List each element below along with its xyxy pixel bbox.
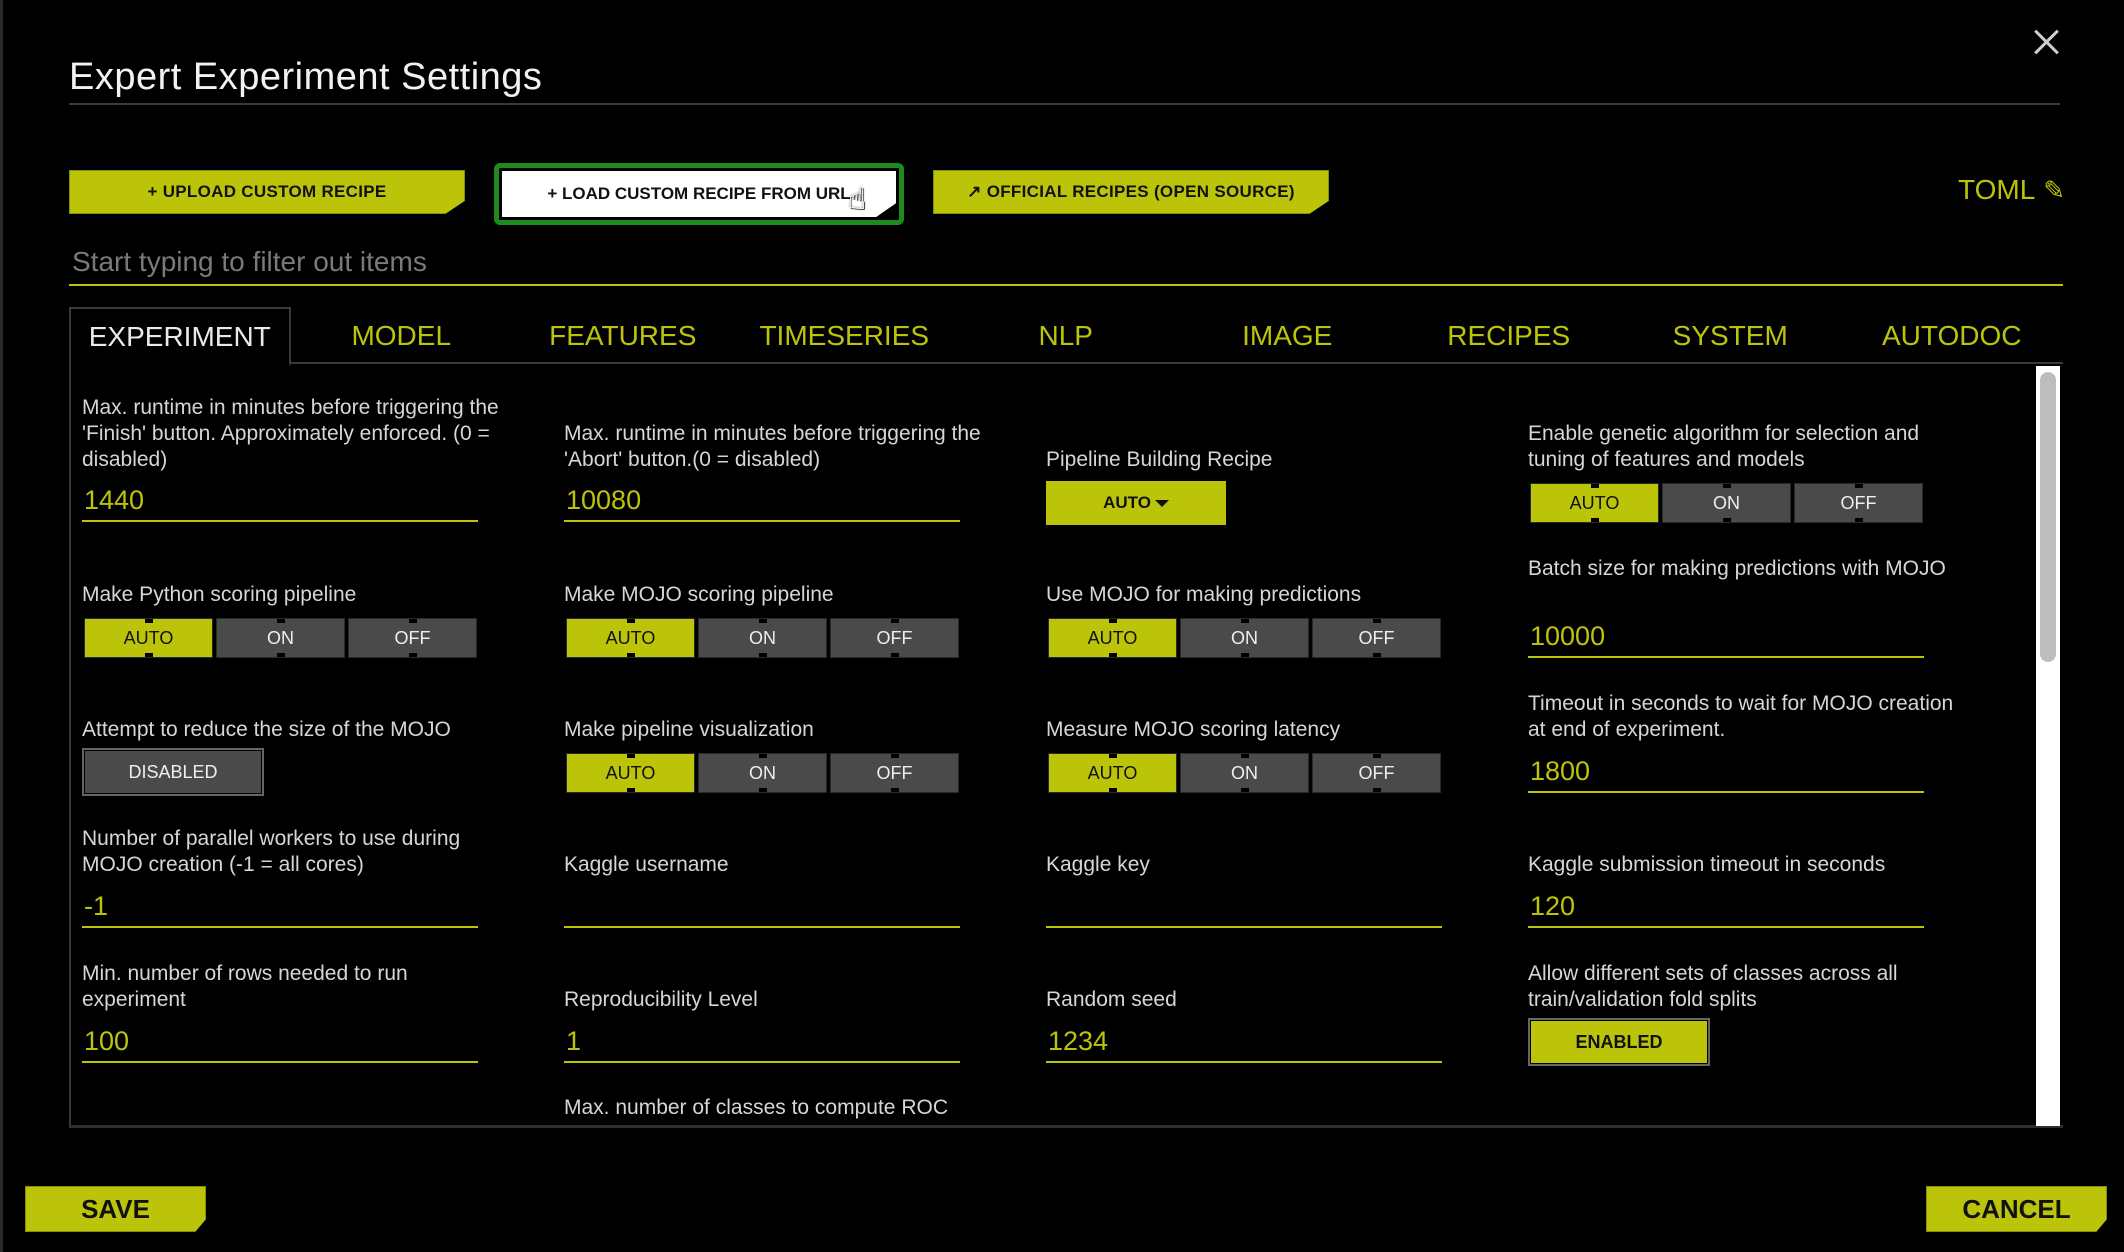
mojo-workers-label: Number of parallel workers to use during…	[82, 827, 461, 876]
kaggle-key-input[interactable]	[1046, 886, 1442, 928]
genetic-algorithm-segment: AUTO ON OFF	[1530, 483, 1923, 523]
mojo-workers-input[interactable]: -1	[82, 886, 478, 928]
mojo-predictions-off[interactable]: OFF	[1312, 618, 1441, 658]
pencil-icon: ✎	[2043, 174, 2066, 205]
mojo-scoring-label: Make MOJO scoring pipeline	[564, 583, 834, 606]
mojo-scoring-segment: AUTO ON OFF	[566, 618, 959, 658]
official-recipes-button[interactable]: ↗ OFFICIAL RECIPES (OPEN SOURCE)	[933, 170, 1329, 214]
close-icon[interactable]	[2028, 24, 2064, 60]
max-runtime-abort-input[interactable]: 10080	[564, 480, 960, 522]
reproducibility-label: Reproducibility Level	[564, 988, 758, 1011]
tab-timeseries[interactable]: TIMESERIES	[734, 307, 956, 364]
upload-custom-recipe-button[interactable]: + UPLOAD CUSTOM RECIPE	[69, 170, 465, 214]
caret-down-icon	[1154, 499, 1169, 507]
mojo-scoring-auto[interactable]: AUTO	[566, 618, 695, 658]
allow-diff-classes-toggle[interactable]: ENABLED	[1528, 1018, 1710, 1066]
dialog-title: Expert Experiment Settings	[69, 56, 543, 98]
toml-label: TOML	[1958, 174, 2036, 205]
pipeline-recipe-dropdown[interactable]: AUTO	[1046, 481, 1226, 525]
mojo-timeout-label: Timeout in seconds to wait for MOJO crea…	[1528, 692, 1954, 741]
tab-nlp[interactable]: NLP	[955, 307, 1177, 364]
pipeline-recipe-value: AUTO	[1103, 493, 1151, 512]
save-button[interactable]: SAVE	[25, 1186, 206, 1232]
mojo-predictions-on[interactable]: ON	[1180, 618, 1309, 658]
pipeline-viz-label: Make pipeline visualization	[564, 718, 814, 741]
cancel-button[interactable]: CANCEL	[1926, 1186, 2107, 1232]
kaggle-username-label: Kaggle username	[564, 853, 729, 876]
pipeline-recipe-label: Pipeline Building Recipe	[1046, 448, 1273, 471]
genetic-algorithm-auto[interactable]: AUTO	[1530, 483, 1659, 523]
mojo-batch-size-input[interactable]: 10000	[1528, 616, 1924, 658]
genetic-algorithm-label: Enable genetic algorithm for selection a…	[1528, 422, 1920, 471]
min-rows-input[interactable]: 100	[82, 1021, 478, 1063]
tab-experiment[interactable]: EXPERIMENT	[69, 307, 291, 366]
load-recipe-url-focus-ring: + LOAD CUSTOM RECIPE FROM URL	[494, 163, 904, 225]
python-scoring-off[interactable]: OFF	[348, 618, 477, 658]
mojo-latency-on[interactable]: ON	[1180, 753, 1309, 793]
kaggle-key-label: Kaggle key	[1046, 853, 1150, 876]
min-rows-label: Min. number of rows needed to run experi…	[82, 962, 408, 1011]
mojo-timeout-input[interactable]: 1800	[1528, 751, 1924, 793]
pipeline-viz-off[interactable]: OFF	[830, 753, 959, 793]
tab-recipes[interactable]: RECIPES	[1398, 307, 1620, 364]
python-scoring-label: Make Python scoring pipeline	[82, 583, 357, 606]
settings-tabs: EXPERIMENT MODEL FEATURES TIMESERIES NLP…	[69, 307, 2063, 366]
scrollbar-thumb[interactable]	[2040, 372, 2056, 662]
mojo-latency-label: Measure MOJO scoring latency	[1046, 718, 1341, 741]
mojo-latency-auto[interactable]: AUTO	[1048, 753, 1177, 793]
load-custom-recipe-url-button[interactable]: + LOAD CUSTOM RECIPE FROM URL	[502, 171, 896, 217]
reproducibility-input[interactable]: 1	[564, 1021, 960, 1063]
mojo-scoring-on[interactable]: ON	[698, 618, 827, 658]
python-scoring-segment: AUTO ON OFF	[84, 618, 477, 658]
title-divider	[69, 103, 2060, 105]
kaggle-username-input[interactable]	[564, 886, 960, 928]
kaggle-timeout-input[interactable]: 120	[1528, 886, 1924, 928]
max-runtime-abort-label: Max. runtime in minutes before triggerin…	[564, 422, 981, 471]
max-runtime-finish-label: Max. runtime in minutes before triggerin…	[82, 396, 499, 471]
genetic-algorithm-on[interactable]: ON	[1662, 483, 1791, 523]
mojo-predictions-label: Use MOJO for making predictions	[1046, 583, 1362, 606]
tab-autodoc[interactable]: AUTODOC	[1841, 307, 2063, 364]
mojo-latency-segment: AUTO ON OFF	[1048, 753, 1441, 793]
kaggle-timeout-label: Kaggle submission timeout in seconds	[1528, 853, 1886, 876]
tab-image[interactable]: IMAGE	[1177, 307, 1399, 364]
mojo-latency-off[interactable]: OFF	[1312, 753, 1441, 793]
python-scoring-on[interactable]: ON	[216, 618, 345, 658]
tab-system[interactable]: SYSTEM	[1620, 307, 1842, 364]
tab-model[interactable]: MODEL	[291, 307, 513, 364]
allow-diff-classes-label: Allow different sets of classes across a…	[1528, 962, 1898, 1011]
hand-cursor-icon: ☝	[848, 182, 867, 217]
random-seed-input[interactable]: 1234	[1046, 1021, 1442, 1063]
pipeline-viz-auto[interactable]: AUTO	[566, 753, 695, 793]
pipeline-viz-on[interactable]: ON	[698, 753, 827, 793]
mojo-predictions-segment: AUTO ON OFF	[1048, 618, 1441, 658]
filter-input[interactable]	[69, 240, 2063, 286]
pipeline-viz-segment: AUTO ON OFF	[566, 753, 959, 793]
tab-features[interactable]: FEATURES	[512, 307, 734, 364]
python-scoring-auto[interactable]: AUTO	[84, 618, 213, 658]
random-seed-label: Random seed	[1046, 988, 1177, 1011]
window-edge	[0, 0, 3, 1252]
max-classes-roc-label: Max. number of classes to compute ROC	[564, 1096, 948, 1119]
reduce-mojo-toggle[interactable]: DISABLED	[82, 748, 264, 796]
reduce-mojo-label: Attempt to reduce the size of the MOJO	[82, 718, 451, 741]
mojo-predictions-auto[interactable]: AUTO	[1048, 618, 1177, 658]
max-runtime-finish-input[interactable]: 1440	[82, 480, 478, 522]
toml-edit-button[interactable]: TOML ✎	[1958, 174, 2065, 206]
mojo-batch-size-label: Batch size for making predictions with M…	[1528, 557, 1946, 580]
settings-panel	[69, 364, 2063, 1128]
mojo-scoring-off[interactable]: OFF	[830, 618, 959, 658]
genetic-algorithm-off[interactable]: OFF	[1794, 483, 1923, 523]
